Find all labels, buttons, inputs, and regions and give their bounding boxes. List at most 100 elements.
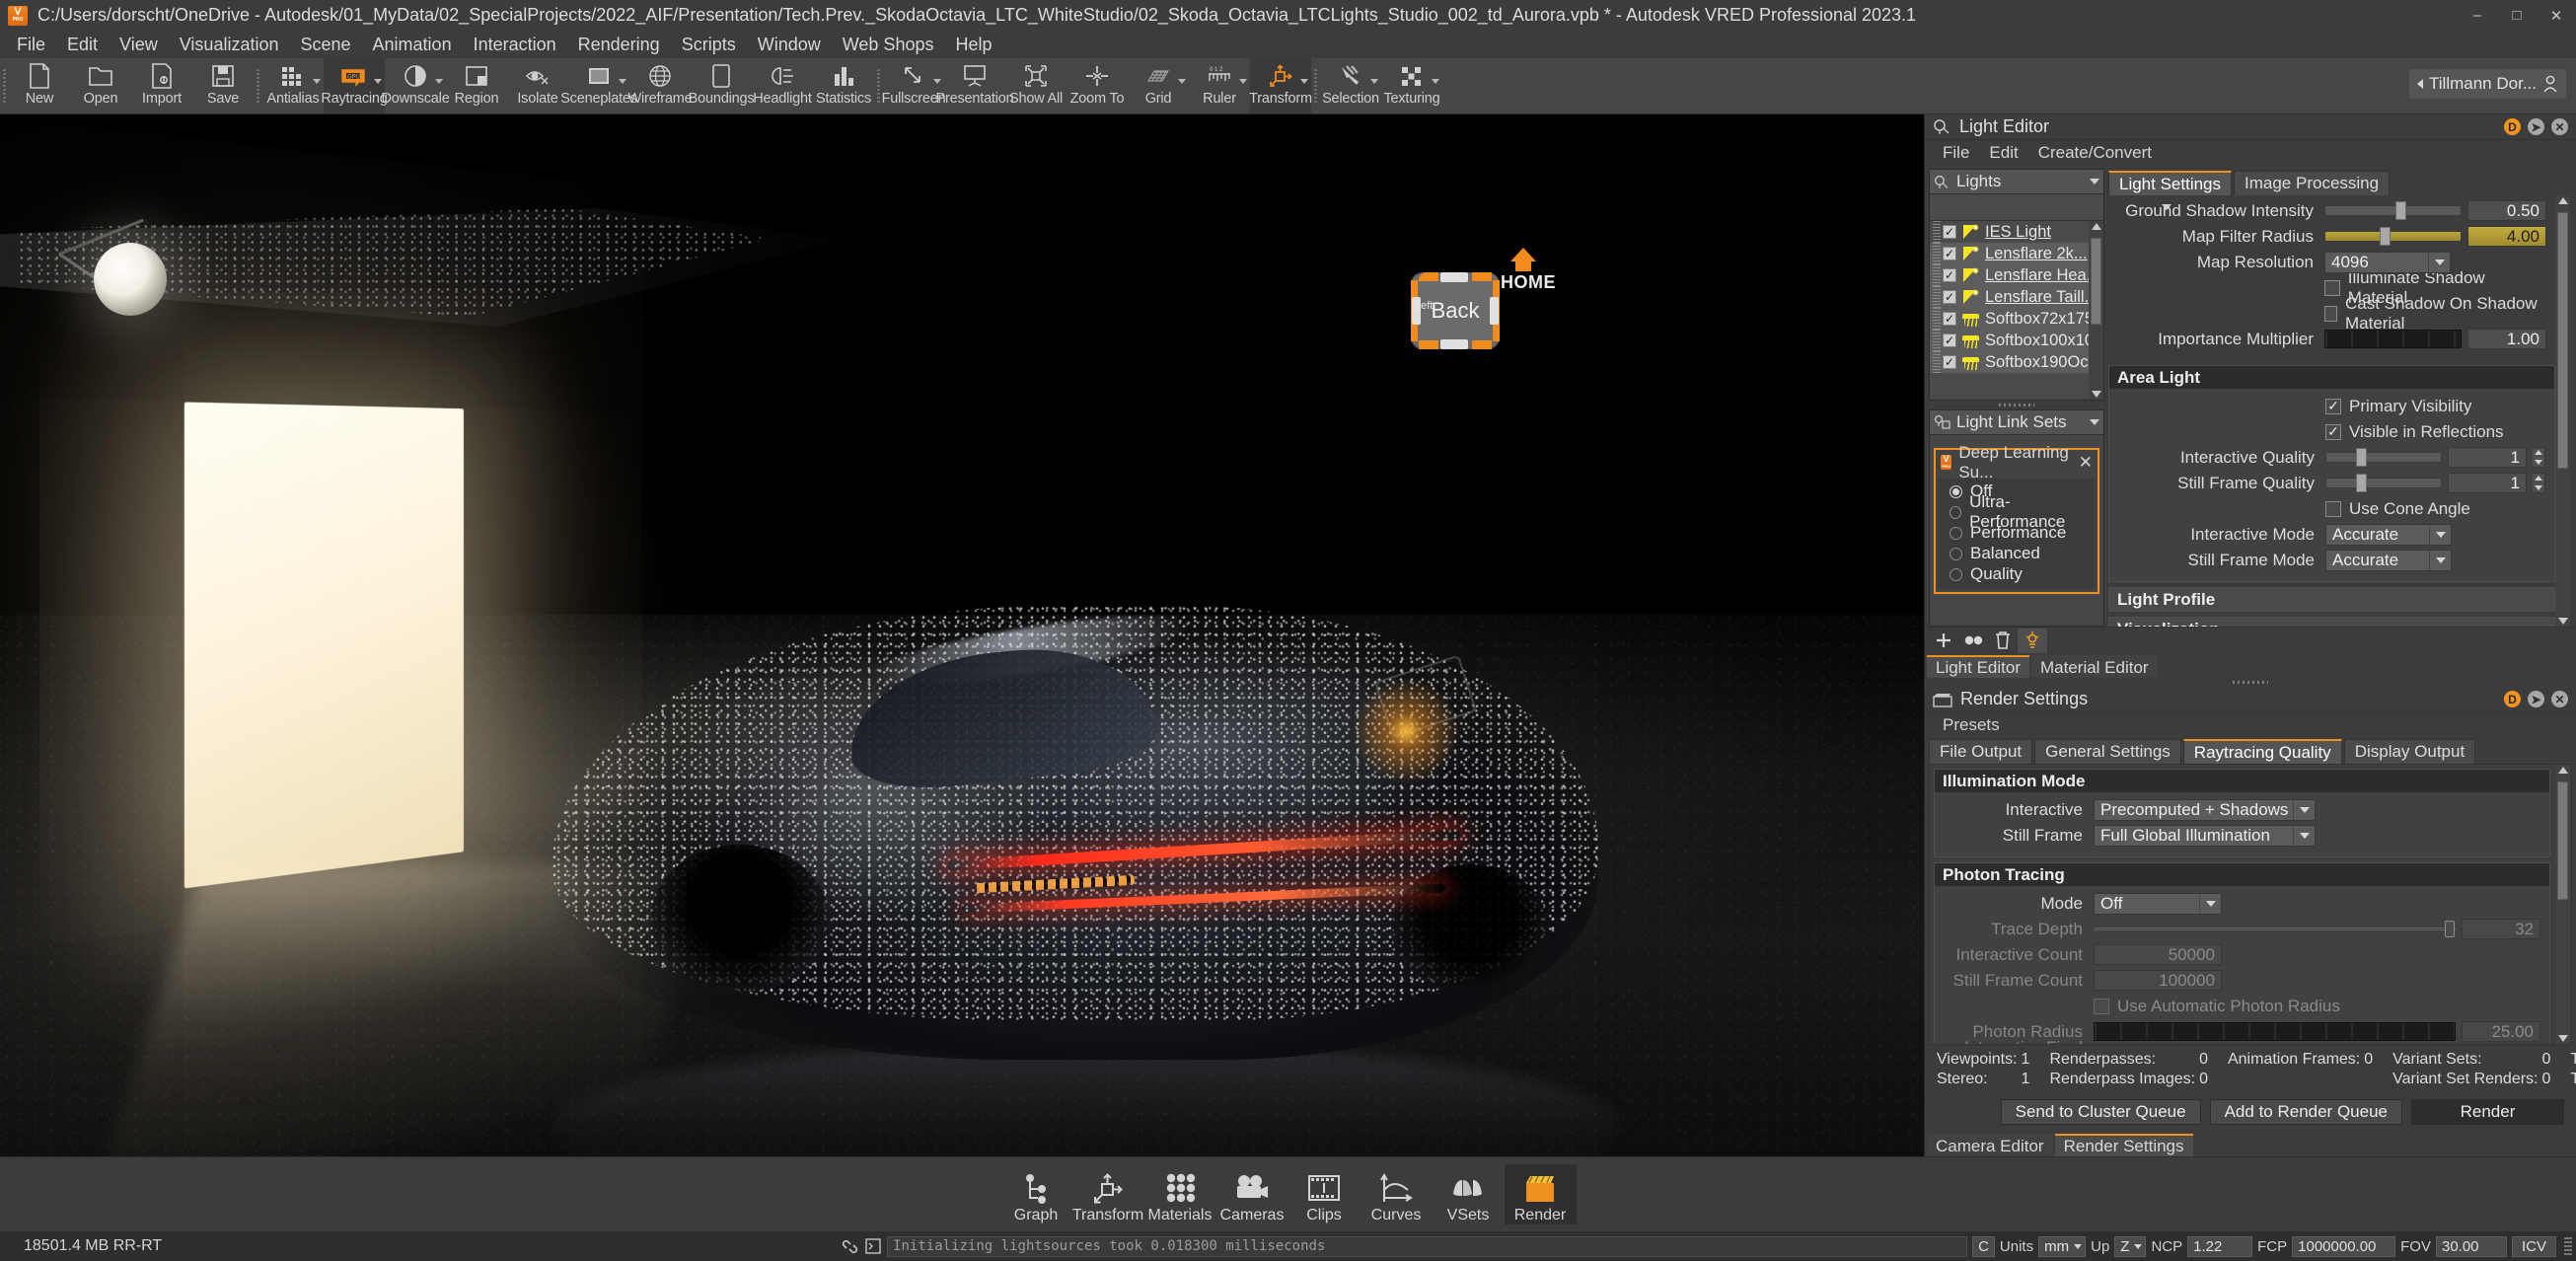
interactive-quality-slider[interactable]	[2325, 448, 2442, 467]
light-link-sets-combo[interactable]: Light Link Sets	[1929, 408, 2104, 435]
light-profile-group[interactable]: Light Profile	[2108, 587, 2555, 612]
still-frame-quality-slider[interactable]	[2325, 474, 2442, 492]
field-cast-shadow-on-shadow-material[interactable]: Cast Shadow On Shadow Material	[2113, 294, 2546, 333]
illumination-mode-header[interactable]: Illumination Mode	[1935, 770, 2549, 792]
rs-menu-presets[interactable]: Presets	[1933, 713, 2010, 737]
checkbox-icon[interactable]	[2324, 305, 2337, 322]
dock-button[interactable]: D	[2504, 691, 2521, 707]
light-visibility-checkbox[interactable]: ✓	[1943, 268, 1956, 282]
render-viewport[interactable]: HOME Back Left	[0, 114, 1925, 1156]
chevron-down-icon[interactable]	[2199, 893, 2221, 914]
light-name[interactable]: Lensflare Hea...	[1985, 266, 2099, 285]
module-graph-button[interactable]: Graph	[1000, 1164, 1072, 1224]
toolbar-ruler-button[interactable]: 0 1 2 Ruler	[1189, 58, 1250, 113]
chevron-down-icon[interactable]	[933, 79, 941, 84]
toolbar-save-button[interactable]: Save	[192, 58, 254, 113]
module-cameras-button[interactable]: Cameras	[1216, 1164, 1288, 1224]
toolbar-antialias-button[interactable]: Antialias	[262, 58, 324, 113]
view-navigation-cube[interactable]: Back Left	[1411, 272, 1500, 349]
radio-icon[interactable]	[1950, 505, 1962, 519]
scroll-down-icon[interactable]	[2557, 1035, 2568, 1042]
toolbar-new-button[interactable]: New	[9, 58, 70, 113]
toolbar-transform-button[interactable]: Transform	[1249, 58, 1312, 113]
user-account-chip[interactable]: Tillmann Dor...	[2409, 69, 2566, 99]
importance-multiplier-value[interactable]: 1.00	[2467, 329, 2546, 349]
visualization-group[interactable]: Visualization	[2108, 617, 2555, 627]
ground-shadow-intensity-slider[interactable]	[2324, 201, 2462, 220]
chevron-down-icon[interactable]	[2293, 825, 2315, 846]
toolbar-gripper[interactable]	[0, 58, 9, 113]
light-name[interactable]: IES Light	[1985, 223, 2051, 242]
close-panel-icon[interactable]: ✕	[2551, 691, 2568, 707]
map-resolution-select[interactable]: 4096	[2324, 251, 2451, 273]
dls-option-quality[interactable]: Quality	[1939, 564, 2095, 585]
raytracing-quality-scroll[interactable]: Illumination Mode Interactive Precompute…	[1929, 764, 2572, 1045]
toolbar-zoom-to-button[interactable]: Zoom To	[1067, 58, 1128, 113]
light-visibility-checkbox[interactable]: ✓	[1943, 290, 1956, 304]
dls-option-ultra-performance[interactable]: Ultra-Performance	[1939, 492, 2095, 531]
tab-light-settings[interactable]: Light Settings	[2108, 171, 2233, 195]
menu-view[interactable]: View	[109, 32, 169, 58]
dock-button[interactable]: D	[2504, 118, 2521, 135]
toolbar-region-button[interactable]: Region	[446, 58, 507, 113]
light-row-softbox72x175[interactable]: ✓ Softbox72x175	[1930, 308, 2103, 330]
chevron-down-icon[interactable]	[435, 79, 443, 84]
ncp-value-field[interactable]: 1.22	[2187, 1235, 2253, 1257]
chevron-down-icon[interactable]	[619, 79, 626, 84]
add-light-button[interactable]	[1929, 629, 1958, 653]
light-row-lensflare-2k[interactable]: ✓ Lensflare 2k...	[1930, 243, 2103, 264]
console-clear-button[interactable]: C	[1972, 1235, 1995, 1257]
lights-scope-combo[interactable]: Lights	[1929, 169, 2104, 194]
module-materials-button[interactable]: Materials	[1144, 1164, 1216, 1224]
toolbar-gripper-4[interactable]	[1311, 58, 1320, 113]
photon-radius-value[interactable]: 25.00	[2462, 1021, 2540, 1042]
tab-light-editor[interactable]: Light Editor	[1927, 655, 2029, 678]
field-visible-in-reflections[interactable]: ✓ Visible in Reflections	[2114, 420, 2545, 443]
render-button[interactable]: Render	[2411, 1099, 2564, 1125]
module-curves-button[interactable]: Curves	[1361, 1164, 1433, 1224]
radio-icon[interactable]	[1950, 547, 1962, 560]
duplicate-light-button[interactable]	[1958, 629, 1988, 653]
toolbar-texturing-button[interactable]: Texturing	[1381, 58, 1442, 113]
still-frame-illumination-select[interactable]: Full Global Illumination	[2094, 824, 2316, 847]
trace-depth-value[interactable]: 32	[2462, 919, 2540, 939]
light-profile-header[interactable]: Light Profile	[2109, 588, 2554, 611]
radio-icon[interactable]	[1950, 484, 1962, 498]
link-chain-icon[interactable]	[841, 1237, 859, 1256]
chevron-down-icon[interactable]	[2429, 524, 2451, 545]
fov-value-field[interactable]: 30.00	[2435, 1235, 2507, 1257]
toolbar-boundings-button[interactable]: Boundings	[689, 58, 755, 113]
chevron-down-icon[interactable]	[374, 79, 382, 84]
toolbar-statistics-button[interactable]: Statistics	[813, 58, 874, 113]
console-message-field[interactable]: Initializing lightsources took 0.018300 …	[887, 1235, 1968, 1257]
tab-material-editor[interactable]: Material Editor	[2031, 655, 2158, 678]
photon-mode-select[interactable]: Off	[2094, 892, 2222, 915]
menu-file[interactable]: File	[6, 32, 56, 58]
light-row-lensflare-taillight[interactable]: ✓ Lensflare Taill...	[1930, 286, 2103, 308]
scroll-up-icon[interactable]	[2091, 223, 2101, 230]
toolbar-sceneplates-button[interactable]: Sceneplates	[560, 58, 637, 113]
toolbar-gripper-2[interactable]	[254, 58, 262, 113]
icv-button[interactable]: ICV	[2511, 1235, 2556, 1257]
toolbar-presentation-button[interactable]: Presentation	[936, 58, 1014, 113]
still-frame-quality-value[interactable]: 1	[2448, 473, 2527, 493]
menu-rendering[interactable]: Rendering	[567, 32, 671, 58]
still-frame-mode-select[interactable]: Accurate	[2325, 549, 2452, 571]
chevron-down-icon[interactable]	[2429, 550, 2451, 570]
module-transform-button[interactable]: Transform	[1072, 1164, 1144, 1224]
chevron-down-icon[interactable]	[1432, 79, 1439, 84]
visualization-header[interactable]: Visualization	[2109, 618, 2554, 627]
interactive-quality-stepper[interactable]	[2533, 447, 2545, 468]
toolbar-open-button[interactable]: Open	[70, 58, 131, 113]
tab-raytracing-quality[interactable]: Raytracing Quality	[2182, 739, 2342, 764]
light-name[interactable]: Lensflare Taill...	[1985, 288, 2098, 307]
interactive-quality-value[interactable]: 1	[2448, 447, 2527, 468]
menu-web-shops[interactable]: Web Shops	[832, 32, 945, 58]
toolbar-headlight-button[interactable]: Headlight	[752, 58, 813, 113]
menu-scripts[interactable]: Scripts	[671, 32, 747, 58]
menu-help[interactable]: Help	[944, 32, 1002, 58]
field-primary-visibility[interactable]: ✓ Primary Visibility	[2114, 395, 2545, 417]
close-button[interactable]: ✕	[2537, 0, 2576, 31]
radio-icon[interactable]	[1950, 526, 1962, 540]
photon-radius-bar[interactable]	[2094, 1022, 2456, 1041]
